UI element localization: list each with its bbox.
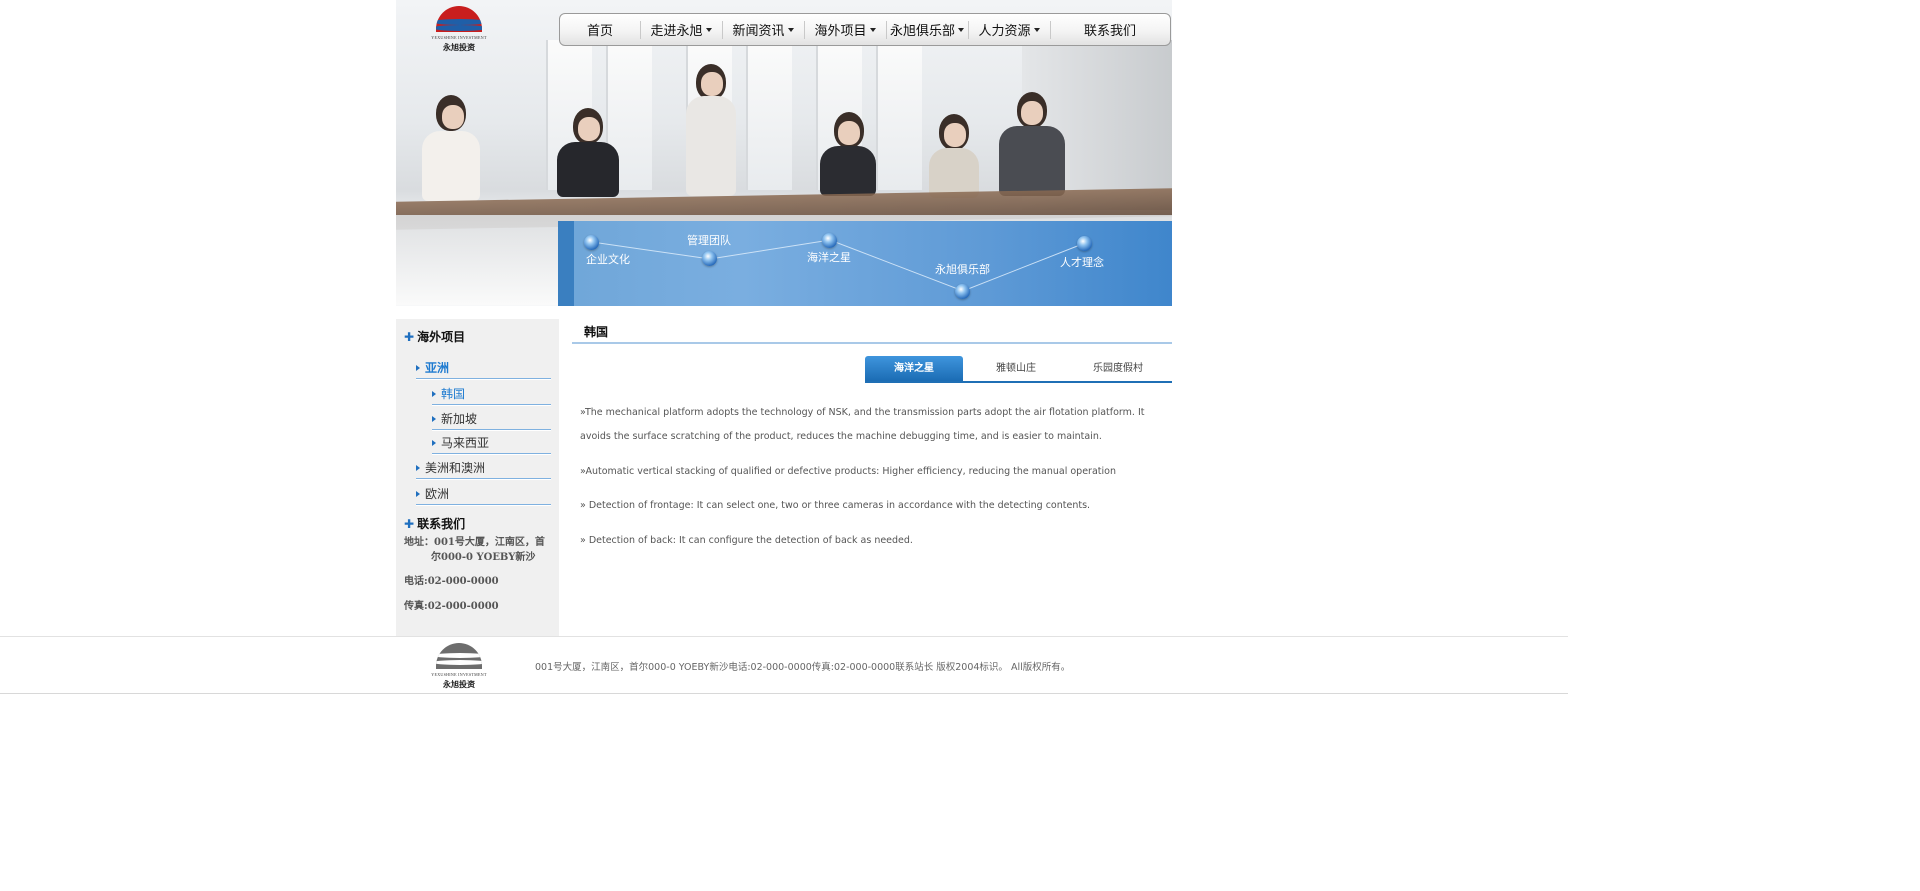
band-dot-icon bbox=[822, 233, 837, 248]
sidebar: ✚ 海外项目 亚洲 韩国 新加坡 马来西亚 美洲和澳洲 欧洲 ✚ 联系我们 地址：0… bbox=[396, 319, 559, 636]
header-banner: YEXUSHINE INVESTMENT 永旭投资 首页 走进永旭 新闻资讯 海… bbox=[396, 0, 1172, 306]
tab-arden-villa[interactable]: 雅顿山庄 bbox=[967, 356, 1065, 381]
nav-item-label: 海外项目 bbox=[814, 24, 867, 39]
sidebar-section-overseas: ✚ 海外项目 bbox=[404, 328, 465, 345]
caret-down-icon bbox=[1033, 28, 1040, 32]
plus-icon: ✚ bbox=[404, 517, 415, 531]
band-dot-icon bbox=[1077, 236, 1092, 251]
sidebar-item-label: 新加坡 bbox=[441, 412, 478, 426]
nav-item-label: 联系我们 bbox=[1083, 24, 1136, 39]
tab-resort[interactable]: 乐园度假村 bbox=[1069, 356, 1167, 381]
divider bbox=[432, 453, 551, 455]
nav-item-news[interactable]: 新闻资讯 bbox=[722, 14, 804, 45]
sidebar-item-korea[interactable]: 韩国 bbox=[432, 385, 465, 402]
band-link-club[interactable]: 永旭俱乐部 bbox=[935, 261, 990, 277]
band-link-talent[interactable]: 人才理念 bbox=[1060, 254, 1104, 270]
quick-links-band: 企业文化 管理团队 海洋之星 永旭俱乐部 人才理念 bbox=[558, 221, 1172, 306]
contact-address: 地址：001号大厦，江南区，首尔000-0 YOEBY新沙 bbox=[404, 537, 545, 563]
triangle-right-icon bbox=[416, 364, 420, 371]
logo-chinese-name: 永旭投资 bbox=[443, 43, 475, 52]
brand-logo[interactable]: YEXUSHINE INVESTMENT 永旭投资 bbox=[426, 6, 492, 52]
nav-item-label: 走进永旭 bbox=[650, 24, 703, 39]
sidebar-item-label: 欧洲 bbox=[425, 487, 450, 501]
divider bbox=[416, 378, 551, 380]
band-dot-icon bbox=[702, 251, 717, 266]
divider bbox=[416, 478, 551, 480]
footer-copyright: 001号大厦，江南区，首尔000-0 YOEBY新沙电话:02-000-0000… bbox=[535, 662, 1071, 673]
title-divider bbox=[572, 342, 1172, 344]
nav-item-label: 新闻资讯 bbox=[732, 24, 785, 39]
contact-fax: 传真:02-000-0000 bbox=[404, 601, 499, 612]
sidebar-item-americas[interactable]: 美洲和澳洲 bbox=[416, 459, 485, 476]
sidebar-item-label: 美洲和澳洲 bbox=[425, 461, 486, 475]
triangle-right-icon bbox=[416, 490, 420, 497]
footer-logo[interactable]: YEXUSHINE INVESTMENT 永旭投资 bbox=[428, 643, 490, 689]
nav-item-overseas[interactable]: 海外项目 bbox=[804, 14, 886, 45]
band-dot-icon bbox=[955, 284, 970, 299]
nav-item-label: 永旭俱乐部 bbox=[889, 24, 955, 39]
band-link-culture[interactable]: 企业文化 bbox=[586, 251, 630, 267]
sidebar-section-title: 联系我们 bbox=[417, 517, 466, 531]
page-title: 韩国 bbox=[584, 325, 609, 339]
nav-item-label: 首页 bbox=[586, 24, 613, 39]
contact-phone: 电话:02-000-0000 bbox=[404, 576, 499, 587]
project-tabs: 海洋之星 雅顿山庄 乐园度假村 bbox=[865, 356, 1172, 383]
triangle-right-icon bbox=[432, 439, 436, 446]
band-link-ocean-star[interactable]: 海洋之星 bbox=[807, 249, 851, 265]
content-paragraph: » Detection of back: It can configure th… bbox=[580, 535, 913, 546]
content-paragraph: »The mechanical platform adopts the tech… bbox=[580, 407, 1145, 442]
footer-logo-chinese: 永旭投资 bbox=[443, 680, 475, 689]
logo-mark-icon bbox=[436, 6, 482, 32]
tab-ocean-star[interactable]: 海洋之星 bbox=[865, 356, 963, 381]
nav-item-club[interactable]: 永旭俱乐部 bbox=[886, 14, 968, 45]
footer-logo-english: YEXUSHINE INVESTMENT bbox=[431, 672, 487, 677]
sidebar-section-contact: ✚ 联系我们 bbox=[404, 515, 465, 532]
content-paragraph: » Detection of frontage: It can select o… bbox=[580, 500, 1091, 511]
main-nav: 首页 走进永旭 新闻资讯 海外项目 永旭俱乐部 人力资源 联系我们 bbox=[559, 13, 1171, 46]
sidebar-item-label: 亚洲 bbox=[425, 361, 450, 375]
divider bbox=[432, 429, 551, 431]
triangle-right-icon bbox=[432, 390, 436, 397]
caret-down-icon bbox=[958, 28, 964, 32]
nav-item-contact[interactable]: 联系我们 bbox=[1050, 14, 1170, 45]
divider bbox=[416, 504, 551, 506]
page-wrapper: YEXUSHINE INVESTMENT 永旭投资 首页 走进永旭 新闻资讯 海… bbox=[396, 0, 1172, 636]
sidebar-item-label: 韩国 bbox=[441, 387, 466, 401]
band-link-team[interactable]: 管理团队 bbox=[687, 232, 731, 248]
caret-down-icon bbox=[787, 28, 794, 32]
caret-down-icon bbox=[705, 28, 712, 32]
triangle-right-icon bbox=[432, 415, 436, 422]
caret-down-icon bbox=[869, 28, 876, 32]
sidebar-section-title: 海外项目 bbox=[417, 330, 466, 344]
triangle-right-icon bbox=[416, 464, 420, 471]
nav-item-hr[interactable]: 人力资源 bbox=[968, 14, 1050, 45]
nav-item-about[interactable]: 走进永旭 bbox=[640, 14, 722, 45]
nav-item-label: 人力资源 bbox=[978, 24, 1031, 39]
footer: YEXUSHINE INVESTMENT 永旭投资 001号大厦，江南区，首尔0… bbox=[0, 636, 1568, 694]
sidebar-item-asia[interactable]: 亚洲 bbox=[416, 359, 449, 376]
logo-english-name: YEXUSHINE INVESTMENT bbox=[431, 35, 487, 40]
content-paragraph: »Automatic vertical stacking of qualifie… bbox=[580, 466, 1116, 477]
sidebar-item-label: 马来西亚 bbox=[441, 436, 490, 450]
nav-item-home[interactable]: 首页 bbox=[560, 14, 640, 45]
office-window bbox=[746, 40, 792, 190]
plus-icon: ✚ bbox=[404, 330, 415, 344]
sidebar-item-europe[interactable]: 欧洲 bbox=[416, 485, 449, 502]
footer-logo-mark-icon bbox=[436, 643, 482, 669]
sidebar-item-malaysia[interactable]: 马来西亚 bbox=[432, 434, 489, 451]
divider bbox=[432, 404, 551, 406]
band-dot-icon bbox=[584, 235, 599, 250]
office-window bbox=[876, 40, 922, 190]
sidebar-item-singapore[interactable]: 新加坡 bbox=[432, 410, 477, 427]
